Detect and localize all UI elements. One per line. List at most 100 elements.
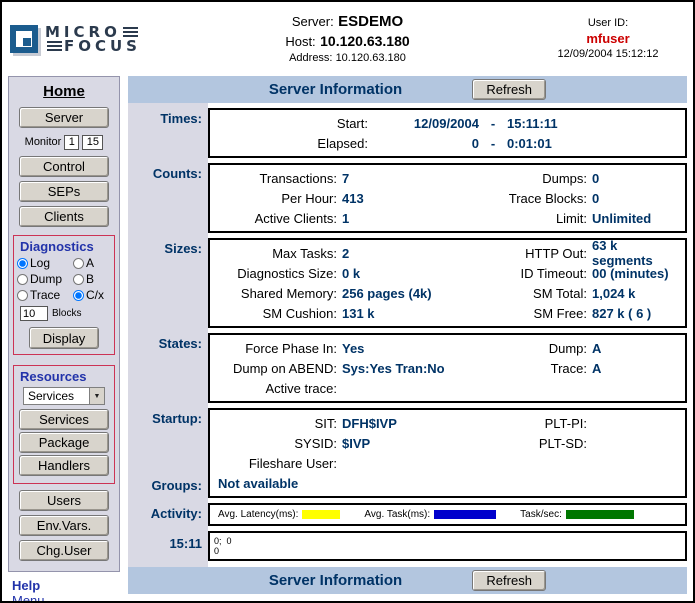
sidebar-column: Home Server Monitor Control SEPs Clients… <box>8 76 120 603</box>
package-button[interactable]: Package <box>19 432 109 453</box>
radio-log-label: Log <box>30 256 50 270</box>
field-value: Sys:Yes Tran:No <box>342 361 488 376</box>
data-row: Dump on ABEND: Sys:Yes Tran:No Trace: A <box>214 358 681 378</box>
radio-b-input[interactable] <box>73 274 84 285</box>
field-key: Per Hour: <box>214 191 342 206</box>
startup-row-group: Startup: Groups: SIT: DFH$IVP PLT-PI: SY… <box>128 408 687 498</box>
activity-time-label: 15:11 <box>128 531 208 561</box>
monitor-controls: Monitor <box>25 133 104 151</box>
field-value: 7 <box>342 171 488 186</box>
user-id-value: mfuser <box>533 31 683 48</box>
resources-title: Resources <box>14 369 114 384</box>
env-vars-button[interactable]: Env.Vars. <box>19 515 109 536</box>
radio-cx[interactable]: C/x <box>73 288 111 302</box>
monitor-input-1[interactable] <box>64 135 79 150</box>
activity-values-box: 0; 0 0 <box>208 531 687 561</box>
activity-box: Avg. Latency(ms): Avg. Task(ms): Task/se… <box>208 503 687 526</box>
start-time-row: Start: 12/09/2004 - 15:11:11 <box>214 113 681 133</box>
logo-stripes-icon <box>123 27 138 38</box>
refresh-button-bottom[interactable]: Refresh <box>472 570 546 591</box>
blocks-input[interactable] <box>20 306 48 321</box>
radio-cx-input[interactable] <box>73 290 84 301</box>
data-row: SYSID: $IVP PLT-SD: <box>214 433 681 453</box>
data-row: SIT: DFH$IVP PLT-PI: <box>214 413 681 433</box>
field-value: 2 <box>342 246 488 261</box>
task-per-sec-label: Task/sec: <box>520 509 562 520</box>
activity-value-line: 0; 0 <box>214 536 681 546</box>
timestamp: 12/09/2004 15:12:12 <box>533 47 683 61</box>
help-label: Help <box>12 578 118 593</box>
avg-task-label: Avg. Task(ms): <box>364 509 430 520</box>
field-value: 0 <box>592 171 681 186</box>
radio-dump[interactable]: Dump <box>17 272 73 286</box>
users-button[interactable]: Users <box>19 490 109 511</box>
header: MICRO FOCUS Server: ESDEMO Host: 10.120.… <box>2 2 693 74</box>
clients-button[interactable]: Clients <box>19 206 109 227</box>
home-link[interactable]: Home <box>43 83 85 100</box>
field-key: Dumps: <box>488 171 592 186</box>
handlers-button[interactable]: Handlers <box>19 455 109 476</box>
radio-log-input[interactable] <box>17 258 28 269</box>
field-key: Max Tasks: <box>214 246 342 261</box>
field-value: 1,024 k <box>592 286 681 301</box>
control-button[interactable]: Control <box>19 156 109 177</box>
activity-label: Activity: <box>128 503 208 526</box>
field-key: Shared Memory: <box>214 286 342 301</box>
server-label: Server: <box>292 14 334 29</box>
radio-trace-label: Trace <box>30 288 60 302</box>
avg-task-bar <box>434 510 496 519</box>
states-box: Force Phase In: Yes Dump: A Dump on ABEN… <box>208 333 687 403</box>
sidebar: Home Server Monitor Control SEPs Clients… <box>8 76 120 572</box>
radio-trace-input[interactable] <box>17 290 28 301</box>
main-content: Server Information Refresh Times: Start:… <box>128 76 687 594</box>
field-value: A <box>592 361 681 376</box>
diagnostics-radio-group: Log A Dump B Trace C/x <box>14 256 114 302</box>
footer-title: Server Information <box>269 572 402 589</box>
server-information-header-bar: Server Information Refresh <box>128 76 687 103</box>
field-key: Fileshare User: <box>214 456 342 471</box>
services-button[interactable]: Services <box>19 409 109 430</box>
radio-dump-label: Dump <box>30 272 62 286</box>
user-id-label: User ID: <box>533 16 683 30</box>
server-identity: Server: ESDEMO Host: 10.120.63.180 Addre… <box>162 12 533 66</box>
activity-row-group: Activity: Avg. Latency(ms): Avg. Task(ms… <box>128 503 687 526</box>
field-key: PLT-SD: <box>488 436 592 451</box>
radio-b[interactable]: B <box>73 272 111 286</box>
counts-box: Transactions: 7 Dumps: 0 Per Hour: 413 T… <box>208 163 687 233</box>
radio-log[interactable]: Log <box>17 256 73 270</box>
field-value: 15:11:11 <box>507 116 681 131</box>
radio-trace[interactable]: Trace <box>17 288 73 302</box>
field-value: 12/09/2004 <box>374 116 479 131</box>
logo-text: MICRO FOCUS <box>45 25 141 53</box>
server-button[interactable]: Server <box>19 107 109 128</box>
help-section: Help Menu This <box>8 572 120 603</box>
address-value: 10.120.63.180 <box>336 52 406 64</box>
field-key: SM Cushion: <box>214 306 342 321</box>
radio-a[interactable]: A <box>73 256 111 270</box>
sizes-box: Max Tasks: 2 HTTP Out: 63 k segments Dia… <box>208 238 687 328</box>
sizes-label: Sizes: <box>128 238 208 328</box>
times-box: Start: 12/09/2004 - 15:11:11 Elapsed: 0 … <box>208 108 687 158</box>
field-key: Force Phase In: <box>214 341 342 356</box>
radio-a-label: A <box>86 256 94 270</box>
avg-task-segment: Avg. Task(ms): <box>364 509 496 520</box>
chg-user-button[interactable]: Chg.User <box>19 540 109 561</box>
monitor-input-2[interactable] <box>82 135 103 150</box>
counts-row-group: Counts: Transactions: 7 Dumps: 0 Per Hou… <box>128 163 687 233</box>
display-button[interactable]: Display <box>29 327 99 349</box>
refresh-button-top[interactable]: Refresh <box>472 79 546 100</box>
startup-box: SIT: DFH$IVP PLT-PI: SYSID: $IVP PLT-SD: <box>208 408 687 498</box>
task-per-sec-bar <box>566 510 634 519</box>
menu-link[interactable]: Menu <box>12 593 118 603</box>
resources-select[interactable]: Services ▼ <box>23 387 105 405</box>
field-key: Trace Blocks: <box>488 191 592 206</box>
field-value: $IVP <box>342 436 488 451</box>
chevron-down-icon[interactable]: ▼ <box>89 388 104 404</box>
radio-b-label: B <box>86 272 94 286</box>
diagnostics-title: Diagnostics <box>14 239 114 254</box>
radio-a-input[interactable] <box>73 258 84 269</box>
radio-dump-input[interactable] <box>17 274 28 285</box>
field-key: Start: <box>214 116 374 131</box>
data-row: Active trace: <box>214 378 681 398</box>
seps-button[interactable]: SEPs <box>19 181 109 202</box>
